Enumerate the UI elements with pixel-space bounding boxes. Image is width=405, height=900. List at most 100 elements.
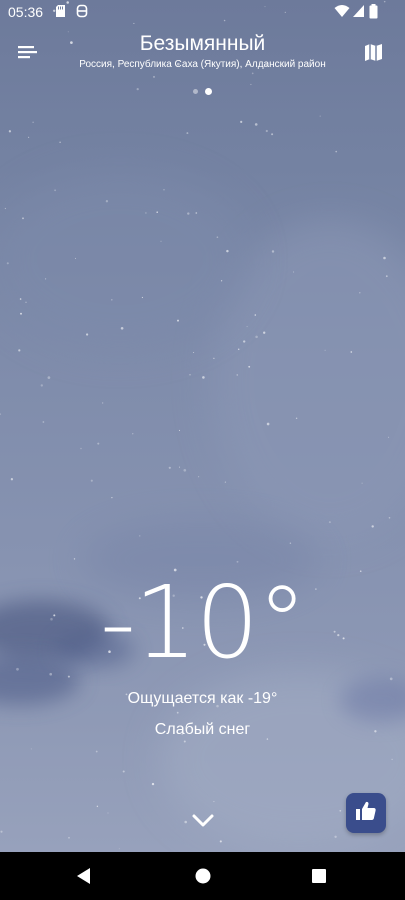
snowflake <box>118 848 120 850</box>
snowflake <box>289 542 292 545</box>
snowflake <box>42 421 45 423</box>
current-temperature: -10° <box>99 564 307 681</box>
snowflake <box>163 188 165 191</box>
snowflake <box>339 809 342 812</box>
snowflake <box>168 466 171 469</box>
snowflake <box>10 478 14 481</box>
snowflake <box>153 75 155 78</box>
snowflake <box>54 189 57 192</box>
snowflake <box>0 830 3 833</box>
snowflake <box>240 120 243 124</box>
snowflake <box>213 801 215 803</box>
snowflake <box>85 333 89 336</box>
feels-like: Ощущается как -19° <box>127 690 278 707</box>
weather-condition: Слабый снег <box>154 721 251 738</box>
page-dot-active[interactable] <box>205 88 212 95</box>
snowflake <box>350 351 353 353</box>
snowflake <box>111 299 113 301</box>
snowflake <box>216 236 219 239</box>
snowflake <box>122 770 125 773</box>
snowflake <box>8 130 12 133</box>
snowflake <box>371 525 374 528</box>
snowflake <box>187 212 190 215</box>
navigation-bar <box>0 852 405 900</box>
snowflake <box>243 340 246 343</box>
cell-signal-icon <box>352 4 365 23</box>
snowflake <box>18 349 21 352</box>
snowflake <box>19 298 22 300</box>
snowflake <box>151 782 155 786</box>
snowflake <box>105 200 109 203</box>
snowflake <box>186 132 189 135</box>
snowflake <box>22 217 24 220</box>
page-dot[interactable] <box>193 89 198 94</box>
page-indicator <box>0 88 405 97</box>
map-icon <box>360 44 388 70</box>
snowflake <box>236 374 238 376</box>
snowflake <box>73 558 76 560</box>
snowflake <box>68 836 70 839</box>
map-button[interactable] <box>360 38 388 66</box>
snowflake <box>184 820 187 824</box>
snowflake <box>383 256 386 260</box>
wifi-icon <box>334 4 350 23</box>
status-time: 05:36 <box>8 4 44 20</box>
like-button[interactable] <box>346 793 386 833</box>
snowflake <box>213 357 215 359</box>
snowflake <box>189 373 191 376</box>
snowflake <box>251 72 254 75</box>
snowflake <box>45 278 47 280</box>
snowflake <box>295 417 298 420</box>
weather-screen: 05:36 Безымянный Россия, Республика Саха… <box>0 0 405 900</box>
snowflake <box>176 711 179 714</box>
snowflake <box>195 212 198 214</box>
snowflake <box>359 292 361 294</box>
snowflake <box>95 750 98 753</box>
snowflake <box>132 433 134 435</box>
snowflake <box>271 250 275 253</box>
snowflake <box>328 521 331 524</box>
status-bar: 05:36 <box>0 0 405 24</box>
snowflake <box>254 123 258 126</box>
back-icon[interactable] <box>75 867 93 885</box>
expand-details-button[interactable] <box>188 806 218 834</box>
battery-icon <box>369 4 378 24</box>
snowflake <box>111 496 113 499</box>
snowflake <box>335 150 338 153</box>
snowflake <box>177 319 179 322</box>
snowflake <box>391 758 393 761</box>
thumbs-up-icon <box>355 800 377 827</box>
snowflake <box>47 376 51 379</box>
snowflake <box>254 314 257 316</box>
snowflake <box>4 207 7 210</box>
snowflake <box>246 326 248 328</box>
snowflake <box>160 240 162 242</box>
snowflake <box>266 422 270 426</box>
snowflake <box>59 141 61 144</box>
snowflake <box>263 331 266 334</box>
snowflake <box>250 83 252 86</box>
snowflake <box>156 211 158 213</box>
notification-app-icon <box>76 4 88 23</box>
snowflake <box>141 296 143 299</box>
snowflake <box>334 835 337 838</box>
city-name[interactable]: Безымянный <box>0 32 405 56</box>
snowflake <box>145 212 147 214</box>
snowflake <box>224 481 227 483</box>
home-icon[interactable] <box>194 867 212 885</box>
recent-apps-icon[interactable] <box>311 868 327 884</box>
snowflake <box>139 535 141 537</box>
snowflake <box>40 384 43 387</box>
snowflake <box>25 301 27 304</box>
snowflake <box>265 129 268 133</box>
snowflake <box>319 115 321 117</box>
snowflake <box>178 466 181 468</box>
snowflake <box>237 348 240 350</box>
snowflake <box>198 476 200 478</box>
snowflake <box>97 442 100 445</box>
snowflake <box>74 257 77 259</box>
snowflake <box>388 517 391 519</box>
snowflake <box>236 560 239 563</box>
snowflake <box>20 312 22 315</box>
snowflake <box>80 447 82 450</box>
